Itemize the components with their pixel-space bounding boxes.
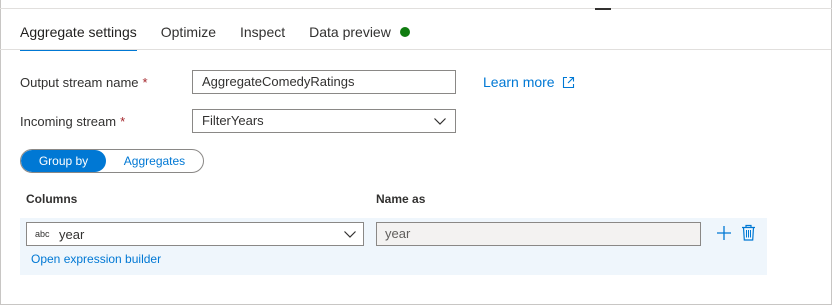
column-dropdown[interactable]: abc year xyxy=(26,222,364,246)
chevron-down-icon xyxy=(434,118,446,125)
output-stream-label: Output stream name * xyxy=(20,75,148,90)
required-marker: * xyxy=(142,75,148,90)
group-by-aggregates-toggle: Group by Aggregates xyxy=(20,149,204,173)
open-in-new-window-icon xyxy=(562,76,574,88)
resize-handle[interactable] xyxy=(595,8,611,10)
column-value: year xyxy=(59,227,85,242)
incoming-stream-label: Incoming stream * xyxy=(20,114,125,129)
required-marker: * xyxy=(120,114,126,129)
tab-optimize[interactable]: Optimize xyxy=(161,24,216,50)
learn-more-label: Learn more xyxy=(483,74,555,90)
tab-divider xyxy=(0,49,831,50)
incoming-stream-dropdown[interactable]: FilterYears xyxy=(192,109,456,133)
tab-aggregate-settings[interactable]: Aggregate settings xyxy=(20,24,137,51)
group-by-tab[interactable]: Group by xyxy=(21,150,106,172)
columns-header: Columns xyxy=(26,192,78,206)
tab-data-preview[interactable]: Data preview xyxy=(309,24,410,50)
tab-label: Data preview xyxy=(309,24,391,40)
tab-bar: Aggregate settings Optimize Inspect Data… xyxy=(20,24,434,51)
tab-label: Optimize xyxy=(160,24,216,40)
delete-icon[interactable] xyxy=(741,224,756,241)
status-dot-icon xyxy=(399,27,410,37)
incoming-stream-label-text: Incoming stream xyxy=(20,114,117,129)
add-icon[interactable] xyxy=(716,225,732,241)
group-by-row: abc year year Open expression builder xyxy=(20,218,767,275)
name-as-input[interactable]: year xyxy=(376,222,701,246)
name-as-header: Name as xyxy=(376,192,426,206)
aggregates-tab[interactable]: Aggregates xyxy=(106,150,203,172)
top-bar xyxy=(0,0,832,9)
chevron-down-icon xyxy=(344,231,356,238)
learn-more-link[interactable]: Learn more xyxy=(483,74,575,90)
open-expression-builder-link[interactable]: Open expression builder xyxy=(31,252,161,266)
tab-label: Inspect xyxy=(239,24,286,40)
output-stream-name-input[interactable]: AggregateComedyRatings xyxy=(192,70,456,94)
tab-label: Aggregate settings xyxy=(20,24,137,40)
string-type-tag: abc xyxy=(35,229,50,239)
incoming-stream-value: FilterYears xyxy=(202,113,264,128)
output-stream-label-text: Output stream name xyxy=(20,75,139,90)
tab-inspect[interactable]: Inspect xyxy=(240,24,285,50)
